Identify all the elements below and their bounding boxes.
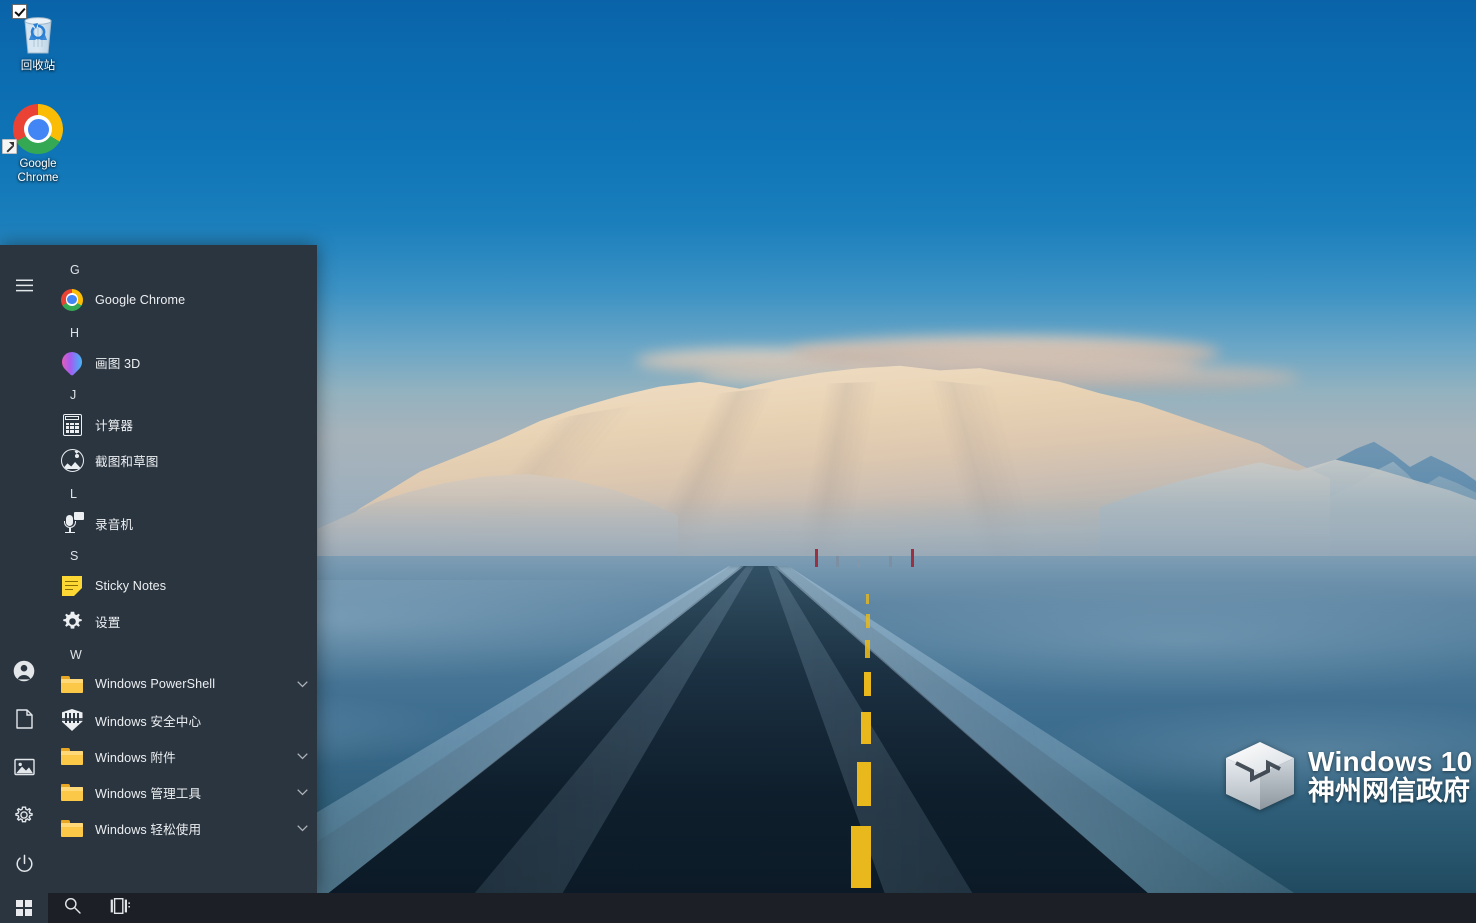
chevron-down-icon[interactable]	[295, 821, 309, 835]
start-app-label: 截图和草图	[95, 455, 159, 469]
windows-start-icon	[16, 900, 32, 916]
calculator-icon	[60, 413, 84, 437]
folder-icon	[60, 780, 84, 804]
app-group-letter[interactable]: G	[48, 255, 317, 282]
taskbar[interactable]	[0, 893, 1476, 923]
gear-icon[interactable]	[0, 791, 48, 839]
start-app-google-chrome[interactable]: Google Chrome	[48, 282, 317, 318]
windows-cube-logo-icon	[1222, 738, 1298, 814]
shield-icon	[60, 708, 84, 732]
pictures-icon[interactable]	[0, 743, 48, 791]
search-icon	[64, 897, 81, 919]
folder-icon	[60, 816, 84, 840]
shortcut-arrow-icon	[2, 139, 17, 154]
start-app-sticky-notes[interactable]: Sticky Notes	[48, 568, 317, 604]
start-app-label: Windows 附件	[95, 750, 176, 765]
start-folder-windows-accessories[interactable]: Windows 附件	[48, 738, 317, 774]
folder-icon	[60, 744, 84, 768]
start-folder-windows-ease-of-access[interactable]: Windows 轻松使用	[48, 810, 317, 846]
user-account-icon[interactable]	[0, 647, 48, 695]
sticky-notes-icon	[60, 574, 84, 598]
chevron-down-icon[interactable]	[295, 749, 309, 763]
app-group-letter[interactable]: J	[48, 380, 317, 407]
start-menu-rail	[0, 245, 48, 893]
voice-recorder-icon	[60, 511, 84, 535]
start-menu-app-list[interactable]: G Google Chrome H 画图 3D J 计算器 截图和草图 L 录音…	[48, 245, 317, 893]
hamburger-menu-icon[interactable]	[0, 261, 48, 309]
desktop-icon-label: Google Chrome	[17, 158, 59, 185]
power-icon[interactable]	[0, 839, 48, 887]
windows-edition-watermark: Windows 10 神州网信政府	[1222, 738, 1473, 814]
wallpaper-road-dash	[865, 640, 870, 658]
wallpaper-road-marker	[857, 559, 860, 567]
desktop-icon-google-chrome[interactable]: Google Chrome	[2, 104, 74, 186]
gear-icon	[60, 610, 84, 634]
watermark-line-2: 神州网信政府	[1308, 775, 1470, 807]
paint3d-icon	[57, 347, 87, 377]
taskbar-search-button[interactable]	[48, 893, 96, 923]
wallpaper-road-dash	[861, 712, 871, 744]
app-group-letter[interactable]: L	[48, 479, 317, 506]
app-group-letter[interactable]: W	[48, 640, 317, 667]
start-app-label: 录音机	[95, 517, 134, 532]
wallpaper-road-dash	[857, 762, 871, 806]
start-folder-windows-administrative-tools[interactable]: Windows 管理工具	[48, 774, 317, 810]
watermark-line-1: Windows 10	[1308, 745, 1473, 777]
recycle-bin-checkbox[interactable]	[12, 4, 27, 19]
snip-sketch-icon	[60, 449, 84, 473]
start-app-label: Google Chrome	[95, 292, 186, 307]
wallpaper-road-marker	[836, 556, 839, 567]
taskbar-task-view-button[interactable]	[96, 893, 144, 923]
start-app-voice-recorder[interactable]: 录音机	[48, 505, 317, 541]
chrome-icon	[2, 104, 74, 154]
chevron-down-icon[interactable]	[295, 785, 309, 799]
wallpaper-road-dash	[866, 594, 869, 604]
start-app-label: Sticky Notes	[95, 578, 167, 593]
start-app-label: Windows 轻松使用	[95, 822, 202, 837]
wallpaper-road-marker	[815, 549, 818, 567]
desktop-icon-label: 回收站	[20, 60, 56, 72]
start-app-windows-security[interactable]: Windows 安全中心	[48, 702, 317, 738]
start-folder-windows-powershell[interactable]: Windows PowerShell	[48, 666, 317, 702]
start-menu[interactable]: G Google Chrome H 画图 3D J 计算器 截图和草图 L 录音…	[0, 245, 317, 893]
start-app-label: 计算器	[95, 419, 134, 433]
folder-icon	[60, 672, 84, 696]
start-menu-scrollbar[interactable]	[312, 245, 317, 893]
wallpaper-road-marker	[911, 549, 914, 567]
start-app-settings[interactable]: 设置	[48, 604, 317, 640]
start-app-paint-3d[interactable]: 画图 3D	[48, 344, 317, 380]
desktop-icon-recycle-bin[interactable]: 回收站	[2, 4, 74, 73]
task-view-icon	[110, 897, 130, 919]
start-app-label: 画图 3D	[95, 356, 141, 371]
start-app-label: Windows 安全中心	[95, 714, 202, 729]
wallpaper-road-marker	[889, 556, 892, 567]
app-group-letter[interactable]: S	[48, 541, 317, 568]
wallpaper-road-dash	[864, 672, 871, 696]
app-group-letter[interactable]: H	[48, 318, 317, 345]
chevron-down-icon[interactable]	[295, 677, 309, 691]
start-app-snip-and-sketch[interactable]: 截图和草图	[48, 443, 317, 479]
start-app-label: 设置	[95, 616, 121, 630]
chrome-icon	[60, 288, 84, 312]
documents-icon[interactable]	[0, 695, 48, 743]
taskbar-start-button[interactable]	[0, 893, 48, 923]
start-app-label: Windows 管理工具	[95, 786, 202, 801]
wallpaper-road-dash	[866, 614, 870, 628]
start-app-calculator[interactable]: 计算器	[48, 407, 317, 443]
wallpaper-road-dash	[851, 826, 871, 888]
recycle-bin-icon	[2, 4, 74, 56]
start-app-label: Windows PowerShell	[95, 677, 216, 691]
